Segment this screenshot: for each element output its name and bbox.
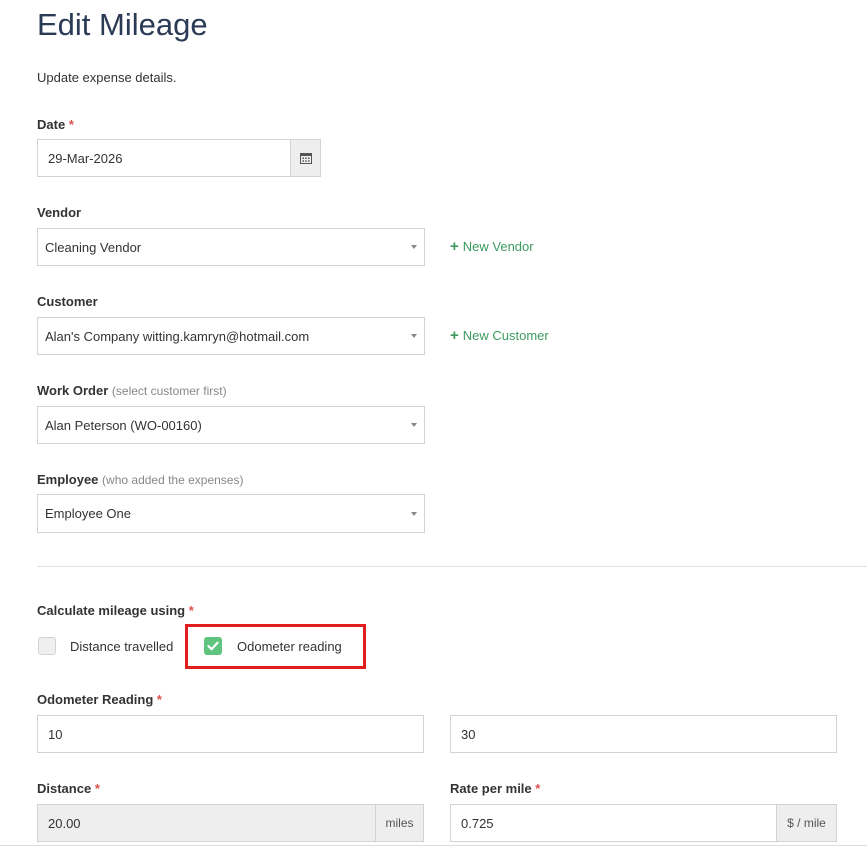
distance-input: 20.00	[37, 804, 376, 842]
date-input[interactable]: 29-Mar-2026	[37, 139, 291, 177]
chevron-down-icon	[411, 334, 417, 338]
rate-unit-addon: $ / mile	[776, 804, 837, 842]
new-customer-link[interactable]: + New Customer	[450, 328, 549, 343]
required-marker: *	[156, 692, 162, 707]
work-order-select[interactable]: Alan Peterson (WO-00160)	[37, 406, 425, 444]
plus-icon: +	[450, 238, 459, 255]
date-label: Date *	[37, 117, 74, 132]
new-vendor-link[interactable]: + New Vendor	[450, 239, 534, 254]
employee-label: Employee (who added the expenses)	[37, 472, 244, 487]
vendor-select[interactable]: Cleaning Vendor	[37, 228, 425, 266]
odometer-start-input[interactable]: 10	[37, 715, 424, 753]
odometer-end-input[interactable]: 30	[450, 715, 837, 753]
chevron-down-icon	[411, 511, 417, 516]
plus-icon: +	[450, 327, 459, 344]
distance-travelled-checkbox[interactable]	[38, 637, 56, 655]
work-order-label: Work Order (select customer first)	[37, 383, 227, 398]
required-marker: *	[68, 117, 74, 132]
employee-hint: (who added the expenses)	[102, 473, 244, 487]
chevron-down-icon	[411, 423, 417, 427]
calendar-button[interactable]	[290, 139, 321, 177]
employee-select[interactable]: Employee One	[37, 494, 425, 533]
required-marker: *	[188, 603, 194, 618]
distance-unit-addon: miles	[375, 804, 424, 842]
calc-mileage-label: Calculate mileage using *	[37, 603, 194, 618]
required-marker: *	[535, 781, 541, 796]
chevron-down-icon	[411, 245, 417, 249]
odometer-reading-field-label: Odometer Reading *	[37, 692, 162, 707]
distance-label: Distance *	[37, 781, 100, 796]
calendar-icon	[299, 153, 312, 164]
customer-select[interactable]: Alan's Company witting.kamryn@hotmail.co…	[37, 317, 425, 355]
page-title: Edit Mileage	[37, 7, 208, 42]
page-subtitle: Update expense details.	[37, 70, 177, 85]
highlight-box	[185, 624, 366, 669]
section-divider	[37, 566, 867, 567]
rate-label: Rate per mile *	[450, 781, 541, 796]
page-bottom-border	[0, 845, 867, 846]
work-order-hint: (select customer first)	[111, 384, 227, 398]
rate-input[interactable]: 0.725	[450, 804, 777, 842]
distance-travelled-label[interactable]: Distance travelled	[70, 639, 173, 654]
customer-label: Customer	[37, 294, 98, 309]
vendor-label: Vendor	[37, 205, 82, 220]
required-marker: *	[94, 781, 100, 796]
